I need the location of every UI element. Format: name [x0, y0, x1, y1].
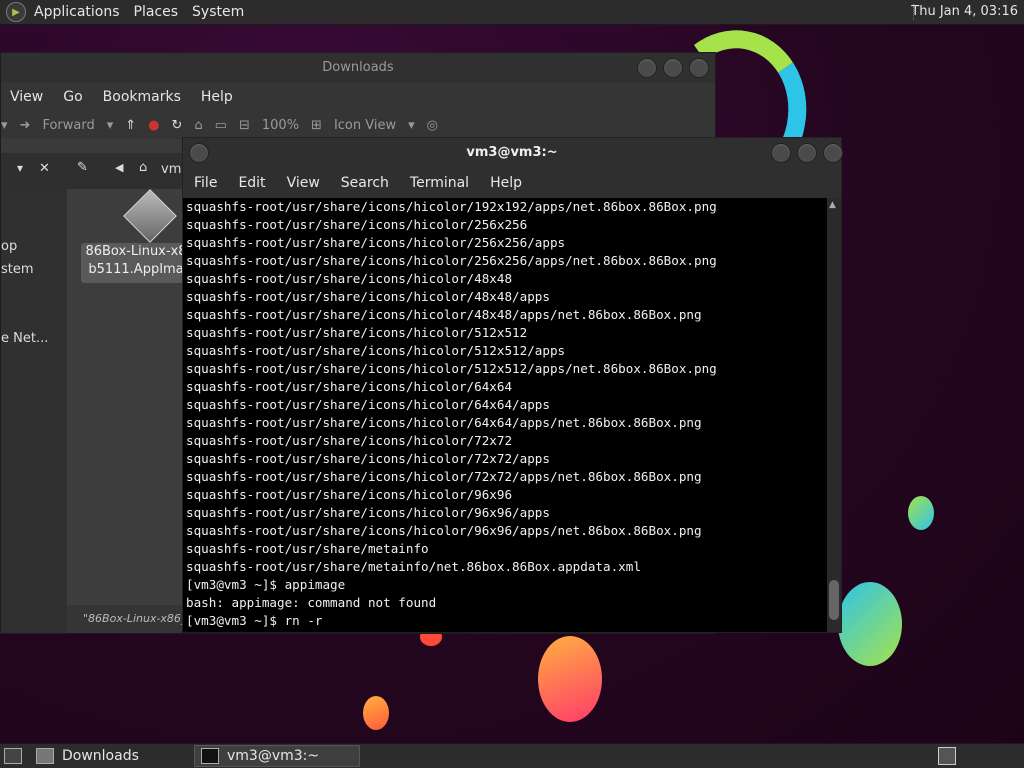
terminal-close-button[interactable]	[823, 143, 843, 163]
sidebar-close-icon[interactable]: ✕	[39, 161, 50, 176]
menu-file[interactable]: File	[194, 175, 217, 191]
computer-icon[interactable]: ▭	[215, 118, 227, 133]
terminal-menu-button[interactable]	[189, 143, 209, 163]
file-name-line2: b5111.AppIma	[88, 262, 184, 277]
taskbar-item-terminal[interactable]: vm3@vm3:~	[194, 745, 360, 767]
bottom-panel: Downloads vm3@vm3:~	[0, 743, 1024, 768]
top-panel: ▶ Applications Places System Thu Jan 4, …	[0, 0, 1024, 25]
menu-bar: View Go Bookmarks Help	[1, 83, 715, 111]
file-item-label[interactable]: 86Box-Linux-x8 b5111.AppIma	[81, 243, 191, 283]
reload-icon[interactable]: ↻	[172, 118, 183, 133]
applications-menu[interactable]: Applications	[34, 4, 120, 20]
scrollbar-thumb[interactable]	[829, 580, 839, 620]
sidebar-item-filesystem[interactable]: stem	[1, 262, 34, 277]
menu-search[interactable]: Search	[341, 175, 389, 191]
window-controls	[637, 58, 709, 78]
terminal-menu-bar: File Edit View Search Terminal Help	[183, 168, 841, 198]
sidebar-item-desktop[interactable]: op	[1, 239, 17, 254]
menu-view[interactable]: View	[10, 89, 43, 105]
terminal-window-controls	[771, 143, 843, 163]
forward-arrow-icon[interactable]: ➜	[20, 118, 31, 133]
terminal-icon	[201, 748, 219, 764]
forward-button[interactable]: Forward	[42, 118, 94, 133]
menu-help[interactable]: Help	[490, 175, 522, 191]
clock[interactable]: Thu Jan 4, 03:16	[911, 4, 1018, 19]
places-menu[interactable]: Places	[134, 4, 179, 20]
zoom-level: 100%	[261, 117, 300, 133]
menu-bookmarks[interactable]: Bookmarks	[103, 89, 181, 105]
terminal-window: vm3@vm3:~ File Edit View Search Terminal…	[182, 137, 843, 633]
back-dropdown-icon[interactable]: ▾	[1, 118, 8, 133]
zoom-out-icon[interactable]: ⊟	[239, 118, 250, 133]
wallpaper-bubble-small-orange	[363, 696, 389, 730]
minimize-button[interactable]	[637, 58, 657, 78]
terminal-minimize-button[interactable]	[771, 143, 791, 163]
view-mode-select[interactable]: Icon View	[334, 118, 396, 133]
sidebar-dropdown-icon[interactable]: ▾	[17, 161, 23, 175]
taskbar-label-downloads: Downloads	[62, 748, 139, 764]
home-icon[interactable]: ⌂	[194, 118, 202, 133]
menu-view[interactable]: View	[287, 175, 320, 191]
terminal-scrollbar[interactable]: ▲	[827, 198, 841, 632]
taskbar-item-downloads[interactable]: Downloads	[30, 745, 190, 767]
toolbar: ▾ ➜ Forward ▾ ⇑ ● ↻ ⌂ ▭ ⊟ 100% ⊞ Icon Vi…	[1, 111, 715, 139]
system-menu[interactable]: System	[192, 4, 244, 20]
menu-edit[interactable]: Edit	[238, 175, 265, 191]
wallpaper-bubble-orange	[538, 636, 602, 722]
terminal-screen[interactable]: squashfs-root/usr/share/icons/hicolor/19…	[186, 198, 826, 632]
terminal-title[interactable]: vm3@vm3:~	[183, 138, 841, 168]
scroll-up-icon[interactable]: ▲	[829, 200, 836, 210]
home-folder-icon: ⌂	[139, 160, 148, 175]
maximize-button[interactable]	[663, 58, 683, 78]
file-name-line1: 86Box-Linux-x8	[85, 244, 187, 259]
folder-icon	[36, 748, 54, 764]
close-button[interactable]	[689, 58, 709, 78]
show-desktop-icon	[4, 748, 22, 764]
places-sidebar: op stem e Net...	[1, 189, 67, 633]
show-desktop-button[interactable]	[0, 745, 26, 767]
window-title[interactable]: Downloads	[1, 53, 715, 83]
sidebar-item-network[interactable]: e Net...	[1, 331, 48, 346]
edit-location-icon[interactable]: ✎	[77, 160, 88, 175]
forward-dropdown-icon[interactable]: ▾	[107, 118, 114, 133]
menu-help[interactable]: Help	[201, 89, 233, 105]
path-back-icon[interactable]: ◀	[115, 161, 123, 174]
zoom-in-icon[interactable]: ⊞	[311, 118, 322, 133]
terminal-maximize-button[interactable]	[797, 143, 817, 163]
menu-go[interactable]: Go	[63, 89, 82, 105]
taskbar-label-terminal: vm3@vm3:~	[227, 748, 320, 764]
appimage-file-icon[interactable]	[123, 189, 177, 243]
workspace-switcher-icon[interactable]	[938, 747, 956, 765]
stop-icon[interactable]: ●	[148, 118, 159, 133]
view-mode-dropdown-icon[interactable]: ▾	[408, 118, 415, 133]
search-icon[interactable]: ◎	[427, 118, 438, 133]
up-arrow-icon[interactable]: ⇑	[125, 118, 136, 133]
wallpaper-bubble-blue	[838, 582, 902, 666]
wallpaper-bubble-small-cyan	[908, 496, 934, 530]
terminal-output[interactable]: squashfs-root/usr/share/icons/hicolor/19…	[186, 198, 826, 630]
distro-logo-icon[interactable]: ▶	[6, 2, 26, 22]
menu-terminal[interactable]: Terminal	[410, 175, 469, 191]
